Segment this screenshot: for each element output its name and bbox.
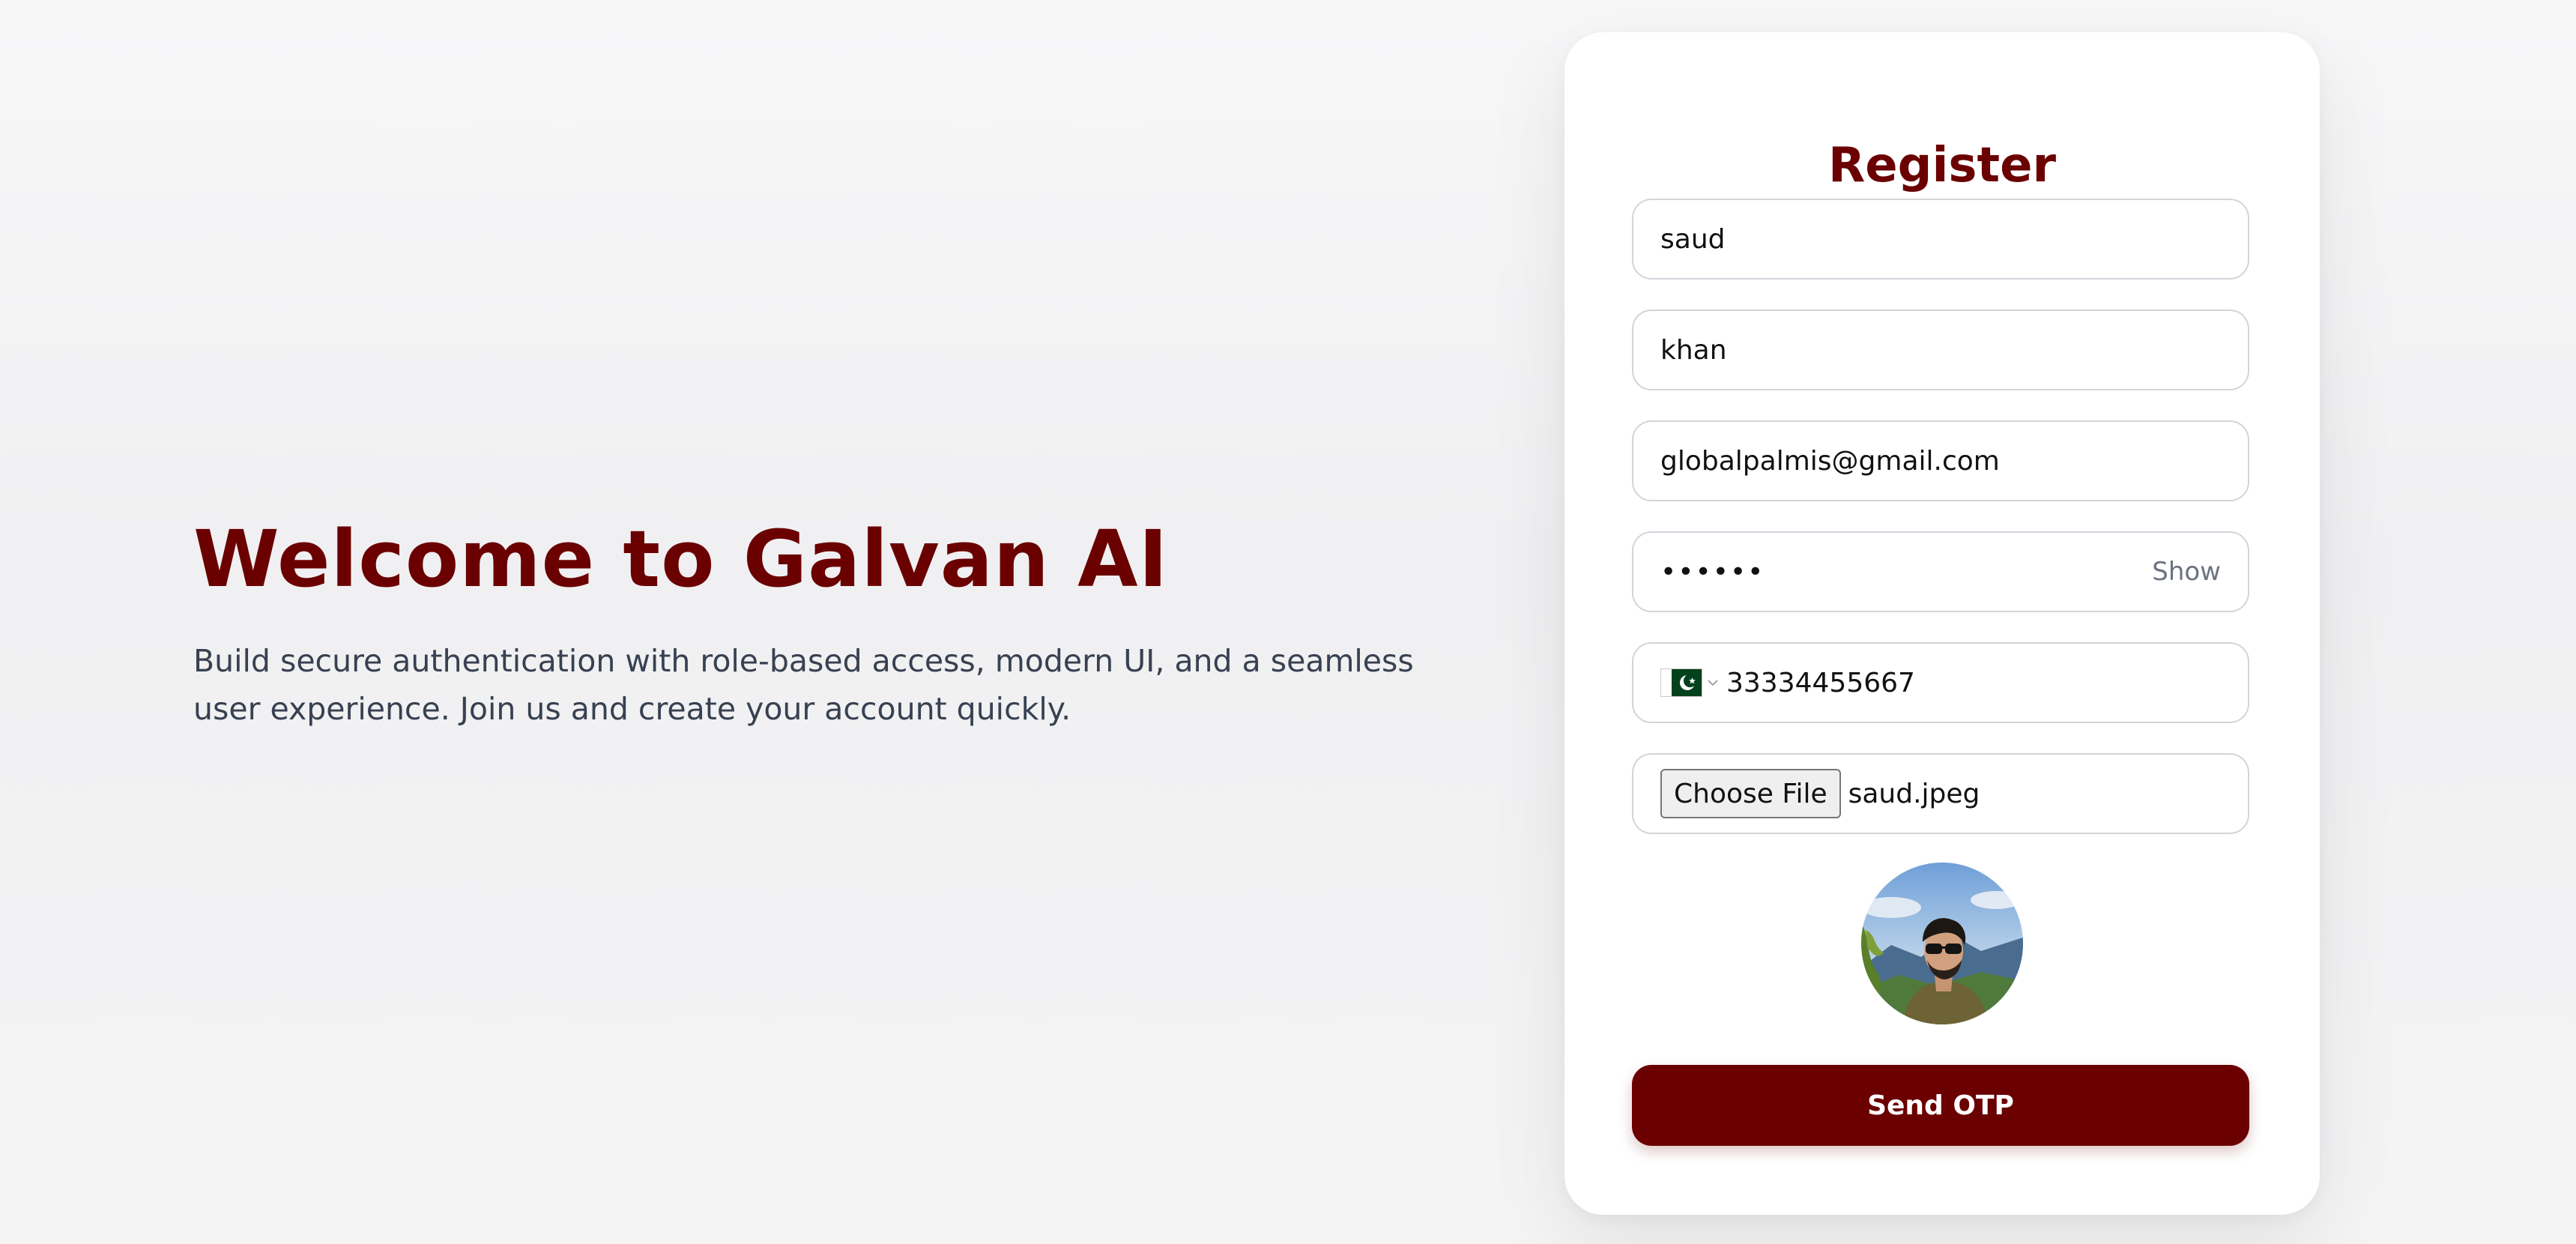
show-password-toggle[interactable]: Show	[2152, 557, 2221, 587]
first-name-field[interactable]	[1632, 199, 2249, 280]
phone-field[interactable]	[1632, 642, 2249, 723]
pakistan-flag-icon[interactable]	[1660, 668, 1702, 697]
email-field[interactable]	[1632, 420, 2249, 501]
selected-file-name: saud.jpeg	[1848, 778, 1980, 809]
last-name-field[interactable]	[1632, 310, 2249, 390]
hero-section: Welcome to Galvan AI Build secure authen…	[193, 510, 1467, 733]
hero-title: Welcome to Galvan AI	[193, 513, 1169, 605]
chevron-down-icon[interactable]	[1707, 678, 1719, 687]
email-input[interactable]	[1660, 445, 2221, 477]
register-title: Register	[1827, 138, 2057, 193]
hero-subtitle: Build secure authentication with role-ba…	[193, 643, 1414, 727]
last-name-input[interactable]	[1660, 334, 2221, 366]
send-otp-button[interactable]: Send OTP	[1632, 1065, 2249, 1146]
password-input[interactable]	[1660, 556, 2141, 588]
avatar-preview	[1861, 863, 2023, 1024]
password-field[interactable]: Show	[1632, 531, 2249, 612]
choose-file-button[interactable]: Choose File	[1660, 769, 1841, 818]
profile-photo	[1861, 863, 2023, 1024]
file-upload-field[interactable]: Choose File saud.jpeg	[1632, 753, 2249, 834]
first-name-input[interactable]	[1660, 223, 2221, 255]
phone-input[interactable]	[1726, 667, 2221, 698]
register-card: Register Show	[1564, 32, 2320, 1215]
